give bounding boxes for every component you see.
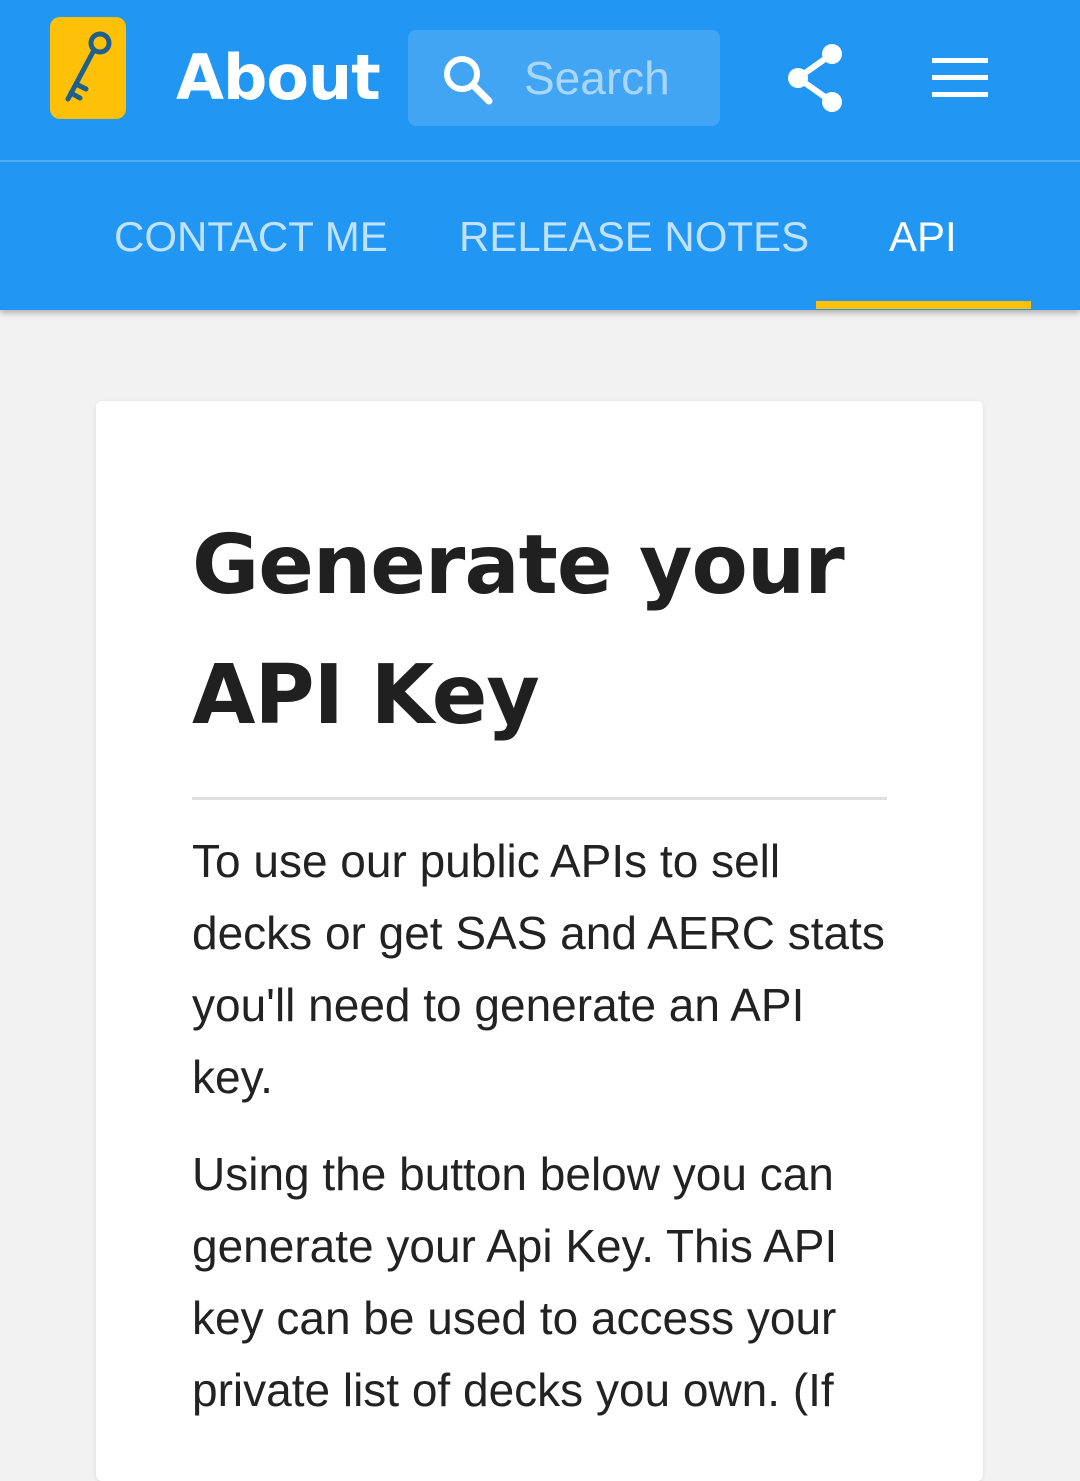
app-logo[interactable]	[50, 17, 126, 119]
tab-release-notes[interactable]: RELEASE NOTES	[459, 210, 809, 264]
card-title: Generate your API Key	[192, 518, 845, 743]
share-icon	[788, 44, 842, 112]
tab-contact-me[interactable]: CONTACT ME	[114, 210, 388, 264]
active-tab-indicator	[816, 301, 1031, 309]
search-icon	[444, 56, 493, 105]
search-input[interactable]	[524, 46, 710, 110]
tab-api[interactable]: API	[889, 210, 957, 264]
app-title: About	[176, 41, 381, 114]
key-icon	[65, 31, 112, 102]
api-key-card: Generate your API Key To use our public …	[96, 401, 983, 1481]
tab-bar: CONTACT ME RELEASE NOTES API	[0, 162, 1080, 310]
menu-icon	[932, 58, 988, 97]
toolbar: About	[0, 0, 1080, 160]
app-bar: About CONTACT	[0, 0, 1080, 310]
intro-paragraph: To use our public APIs to sell decks or …	[192, 835, 885, 1103]
instructions-paragraph: Using the button below you can generate …	[192, 1148, 838, 1416]
menu-button[interactable]	[930, 56, 990, 100]
card-divider	[192, 797, 887, 800]
search-box[interactable]	[408, 30, 720, 126]
share-button[interactable]	[784, 42, 848, 114]
